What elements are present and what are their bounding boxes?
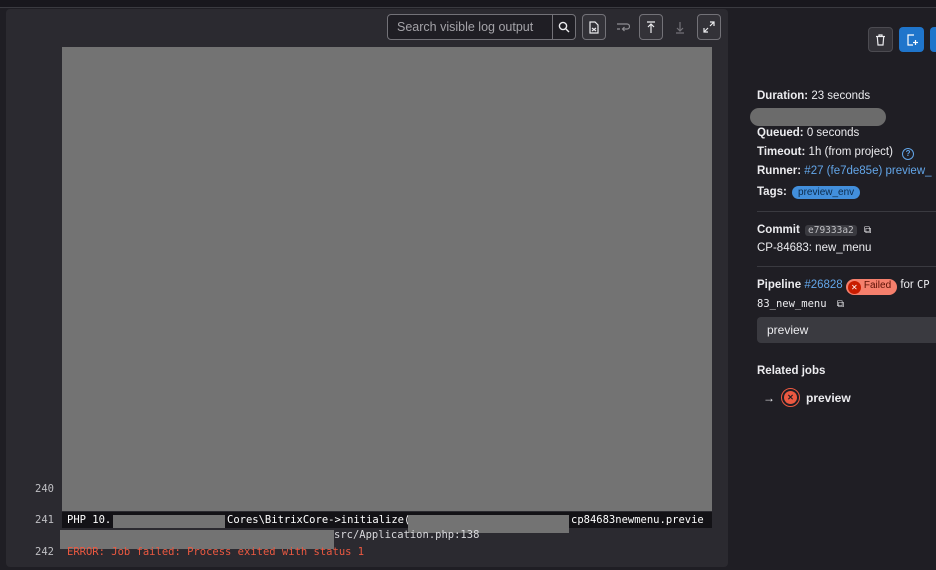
status-failed-icon: ✕	[781, 388, 800, 407]
pipeline-status-label: Failed	[863, 280, 892, 291]
redacted-log-region	[62, 47, 712, 511]
commit-label: Commit	[757, 224, 800, 236]
erase-job-button[interactable]	[868, 27, 893, 52]
duration-row: Duration: 23 seconds	[757, 90, 870, 102]
commit-message: CP-84683: new_menu	[757, 242, 872, 254]
line-number[interactable]: 240	[6, 481, 54, 497]
pipeline-ref-link[interactable]: CP	[917, 279, 930, 291]
search-icon	[558, 21, 570, 33]
commit-row: Commit e79333a2 ⧉	[757, 224, 871, 236]
divider	[757, 211, 936, 212]
related-jobs-heading: Related jobs	[757, 365, 825, 377]
scroll-to-bottom-icon	[676, 21, 684, 34]
help-icon[interactable]: ?	[902, 147, 915, 160]
timeout-row: Timeout: 1h (from project) ?	[757, 146, 915, 160]
runner-link[interactable]: #27 (fe7de85e) preview_	[804, 165, 931, 177]
job-log-panel: 240 241 PHP 10. Cores\BitrixCore->initia…	[6, 9, 728, 567]
log-line: 240	[6, 481, 728, 497]
retry-button[interactable]	[930, 27, 936, 52]
log-search	[387, 14, 576, 40]
commit-sha-link[interactable]: e79333a2	[805, 225, 857, 236]
pipeline-for-label: for	[900, 279, 914, 291]
new-issue-icon	[906, 33, 918, 46]
queued-value: 0 seconds	[806, 127, 860, 139]
trash-icon	[876, 33, 885, 46]
related-jobs-label: Related jobs	[757, 365, 826, 377]
pipeline-row: Pipeline #26828 ✕ Failed for CP	[757, 279, 930, 295]
log-line-text: PHP 10.	[67, 514, 112, 526]
pipeline-status-badge[interactable]: ✕ Failed	[845, 279, 898, 295]
wrap-lines-icon	[617, 23, 630, 32]
fullscreen-icon	[703, 21, 715, 33]
pipeline-ref-link[interactable]: 83_new_menu	[757, 298, 827, 310]
line-number[interactable]: 242	[6, 544, 54, 560]
scroll-to-bottom-button[interactable]	[668, 14, 692, 40]
copy-icon[interactable]: ⧉	[837, 299, 844, 310]
show-raw-log-button[interactable]	[582, 14, 606, 40]
runner-label: Runner:	[757, 165, 802, 177]
duration-label: Duration:	[757, 90, 809, 102]
current-job-arrow-icon: →	[763, 390, 775, 405]
scroll-to-top-button[interactable]	[639, 14, 663, 40]
pipeline-label: Pipeline	[757, 279, 802, 291]
tags-label: Tags:	[757, 186, 787, 198]
redacted-text	[750, 108, 886, 126]
search-button[interactable]	[552, 15, 575, 39]
related-job-item[interactable]: → ✕ preview	[763, 388, 851, 407]
fullscreen-button[interactable]	[697, 14, 721, 40]
top-bar	[0, 0, 936, 8]
queued-row: Queued: 0 seconds	[757, 127, 859, 139]
duration-value: 23 seconds	[811, 90, 871, 102]
log-line-text: Cores\BitrixCore->initialize()	[227, 514, 417, 526]
timeout-label: Timeout:	[757, 146, 806, 158]
line-number[interactable]: 241	[6, 512, 54, 528]
log-line-text: cp84683newmenu.previe	[571, 514, 704, 526]
copy-icon[interactable]: ⧉	[864, 225, 871, 236]
pipeline-link[interactable]: #26828	[804, 279, 842, 291]
timeout-value: 1h (from project)	[808, 146, 893, 158]
log-line: 242 ERROR: Job failed: Process exited wi…	[6, 544, 728, 560]
tags-row: Tags: preview_env	[757, 186, 861, 199]
wrap-lines-button[interactable]	[611, 14, 635, 40]
stage-dropdown[interactable]: preview	[757, 317, 936, 343]
log-toolbar	[6, 9, 728, 45]
pipeline-ref-row: 83_new_menu ⧉	[757, 298, 844, 310]
log-search-input[interactable]	[388, 15, 552, 39]
divider	[757, 266, 936, 267]
tag-badge: preview_env	[792, 186, 861, 199]
scroll-to-top-icon	[647, 20, 655, 33]
related-job-name[interactable]: preview	[806, 391, 851, 405]
log-line-error-text: ERROR: Job failed: Process exited with s…	[67, 546, 365, 558]
queued-label: Queued:	[757, 127, 804, 139]
log-line-text: src/Application.php:138	[334, 529, 480, 541]
new-issue-button[interactable]	[899, 27, 924, 52]
raw-log-icon	[589, 20, 599, 34]
runner-row: Runner: #27 (fe7de85e) preview_	[757, 165, 932, 177]
status-failed-icon: ✕	[847, 281, 861, 294]
